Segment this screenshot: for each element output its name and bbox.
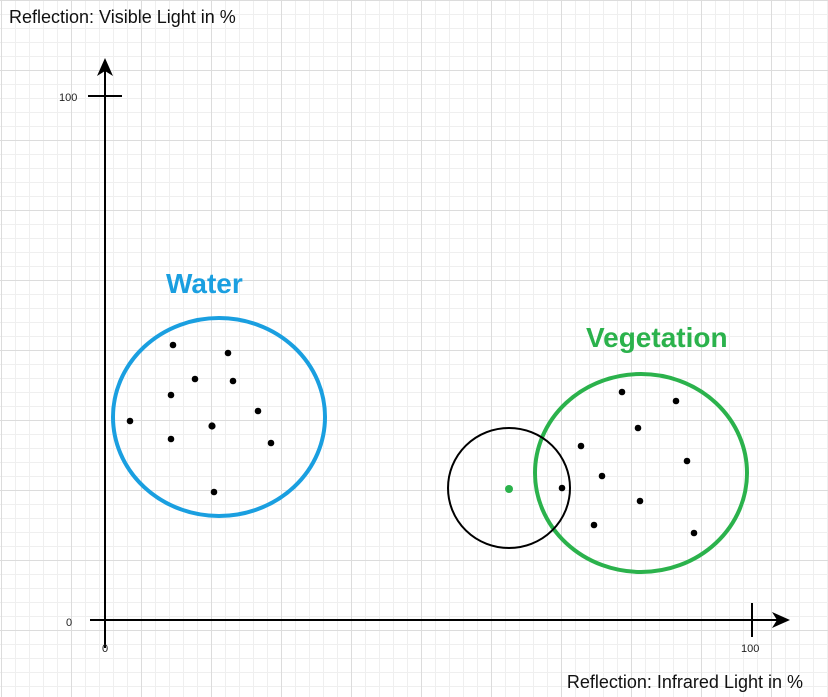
water-cluster-label: Water [166,268,243,299]
water-cluster-circle [111,316,327,518]
water-point [254,407,262,415]
vegetation-point [636,497,644,505]
vegetation-point [618,388,626,396]
water-point [169,341,177,349]
vegetation-point [634,424,642,432]
water-point [208,422,216,430]
vegetation-cluster-label: Vegetation [586,322,728,353]
water-point [267,439,275,447]
vegetation-point [598,472,606,480]
vegetation-point [683,457,691,465]
y-tick-label-max: 100 [59,92,78,104]
water-point [210,488,218,496]
x-tick-label-max: 100 [741,643,760,655]
y-axis-title: Reflection: Visible Light in % [9,7,236,27]
water-point [224,349,232,357]
vegetation-cluster-circle [533,372,749,574]
y-tick-label-min: 0 [66,617,73,629]
x-tick-label-min: 0 [102,643,109,655]
vegetation-point [577,442,585,450]
vegetation-point [672,397,680,405]
query-point [505,485,513,493]
vegetation-point [590,521,598,529]
vegetation-point [690,529,698,537]
water-point [167,435,175,443]
vegetation-point [558,484,566,492]
water-point [191,375,199,383]
water-point [167,391,175,399]
water-point [229,377,237,385]
water-point [126,417,134,425]
x-axis-title: Reflection: Infrared Light in % [566,672,803,692]
